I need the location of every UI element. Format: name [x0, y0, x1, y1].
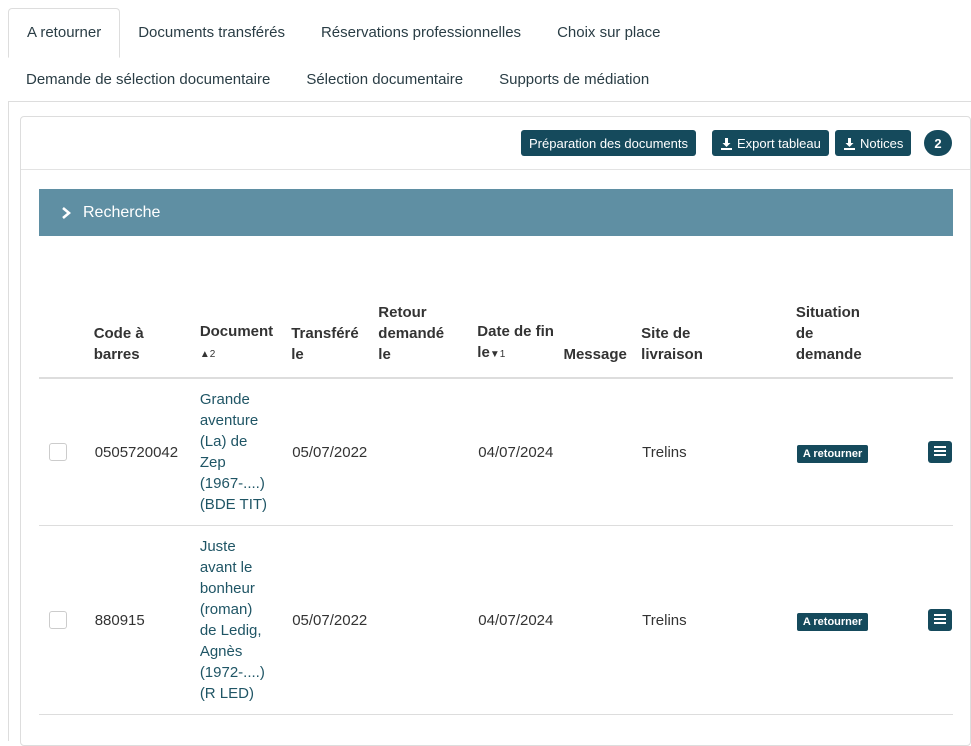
chevron-right-icon	[61, 206, 71, 219]
row-details-button[interactable]	[928, 441, 952, 463]
status-badge: A retourner	[796, 612, 869, 631]
document-column-header[interactable]: Document ▲2	[199, 302, 292, 379]
header-line: barres	[93, 346, 140, 363]
list-icon	[933, 610, 947, 631]
row-details-button[interactable]	[928, 609, 952, 631]
transferred-cell: 05/07/2022	[291, 525, 379, 715]
document-line: Juste	[199, 538, 236, 555]
sort-ascending-indicator: ▲2	[199, 349, 216, 360]
header-line: livraison	[641, 346, 703, 363]
row-select-checkbox[interactable]	[49, 443, 67, 461]
sort-descending-indicator: ▼1	[489, 349, 506, 360]
barcode-column-header[interactable]: Code à barres	[93, 302, 200, 379]
document-line: Agnès	[199, 643, 243, 660]
header-line: demandé	[378, 325, 445, 342]
end-date-cell: 04/07/2024	[477, 525, 564, 715]
document-line: (BDE TIT)	[199, 496, 268, 513]
delivery-site-cell: Trelins	[641, 525, 796, 715]
tab-reservations-professionnelles[interactable]: Réservations professionnelles	[303, 8, 539, 58]
export-table-button[interactable]: Export tableau	[712, 130, 829, 156]
document-line: (R LED)	[199, 685, 254, 702]
download-icon	[720, 137, 733, 150]
list-icon	[933, 442, 947, 463]
notices-label: Notices	[860, 135, 904, 151]
document-line: bonheur	[199, 580, 255, 597]
document-line: (1972-....)	[199, 664, 265, 681]
header-line: Site de	[641, 325, 691, 342]
results-panel: Préparation des documents Export tableau…	[20, 116, 971, 746]
search-toggle[interactable]: Recherche	[39, 189, 953, 236]
header-line: Document	[199, 323, 274, 340]
barcode-cell: 880915	[93, 525, 200, 715]
header-line: Code à	[93, 325, 144, 342]
preparation-documents-button[interactable]: Préparation des documents	[521, 130, 696, 156]
end-date-column-header[interactable]: Date de fin le▼1	[477, 302, 564, 379]
table-header-row: Code à barres Document ▲2 Transféré le R…	[39, 302, 953, 379]
tab-documents-transferes[interactable]: Documents transférés	[120, 8, 303, 58]
document-line: de Ledig,	[199, 622, 262, 639]
tab-supports-mediation[interactable]: Supports de médiation	[481, 58, 667, 102]
tab-choix-sur-place[interactable]: Choix sur place	[539, 8, 678, 58]
end-date-cell: 04/07/2024	[477, 378, 564, 526]
delivery-site-column-header[interactable]: Site de livraison	[641, 302, 796, 379]
header-line: le	[378, 346, 391, 363]
notices-button[interactable]: Notices	[835, 130, 912, 156]
preparation-documents-label: Préparation des documents	[529, 135, 688, 151]
document-line: Zep	[199, 454, 226, 471]
return-requested-cell	[378, 378, 478, 526]
tab-a-retourner[interactable]: A retourner	[8, 8, 121, 58]
tab-selection-documentaire[interactable]: Sélection documentaire	[288, 58, 481, 102]
message-column-header[interactable]: Message	[563, 302, 642, 379]
header-line: Transféré	[291, 325, 359, 342]
header-line: demande	[795, 346, 862, 363]
header-line: Retour	[378, 304, 427, 321]
result-count-badge: 2	[924, 130, 952, 156]
header-line: le	[477, 344, 490, 361]
document-line: aventure	[199, 412, 259, 429]
document-line: (1967-....)	[199, 475, 265, 492]
document-line: (roman)	[199, 601, 253, 618]
header-line: Message	[563, 346, 627, 363]
document-link[interactable]: Juste avant le bonheur (roman) de Ledig,…	[199, 525, 292, 715]
header-line: de	[795, 325, 814, 342]
panel-toolbar: Préparation des documents Export tableau…	[21, 117, 970, 170]
barcode-cell: 0505720042	[93, 378, 200, 526]
tab-row-secondary: Demande de sélection documentaire Sélect…	[8, 58, 667, 102]
delivery-site-cell: Trelins	[641, 378, 796, 526]
return-requested-column-header[interactable]: Retour demandé le	[378, 302, 478, 379]
transferred-cell: 05/07/2022	[291, 378, 379, 526]
message-cell	[563, 525, 642, 715]
actions-column-header	[927, 302, 953, 379]
tab-demande-selection-documentaire[interactable]: Demande de sélection documentaire	[8, 58, 288, 102]
request-status-column-header[interactable]: Situation de demande	[795, 302, 927, 379]
return-requested-cell	[378, 525, 478, 715]
tab-row-primary: A retourner Documents transférés Réserva…	[8, 8, 678, 58]
export-table-label: Export tableau	[737, 135, 821, 151]
table-row: 880915 Juste avant le bonheur (roman) de…	[39, 525, 953, 715]
search-label: Recherche	[83, 203, 161, 221]
header-line: Situation	[795, 304, 860, 321]
download-icon	[843, 137, 856, 150]
status-badge: A retourner	[796, 444, 869, 463]
header-line: le	[291, 346, 304, 363]
document-link[interactable]: Grande aventure (La) de Zep (1967-....) …	[199, 378, 292, 526]
transferred-column-header[interactable]: Transféré le	[291, 302, 379, 379]
table-row: 0505720042 Grande aventure (La) de Zep (…	[39, 378, 953, 526]
select-column-header	[39, 302, 94, 379]
document-line: Grande	[199, 391, 250, 408]
row-select-checkbox[interactable]	[49, 611, 67, 629]
message-cell	[563, 378, 642, 526]
document-line: (La) de	[199, 433, 248, 450]
document-line: avant le	[199, 559, 253, 576]
header-line: Date de fin	[477, 323, 554, 340]
results-table: Code à barres Document ▲2 Transféré le R…	[39, 302, 953, 715]
